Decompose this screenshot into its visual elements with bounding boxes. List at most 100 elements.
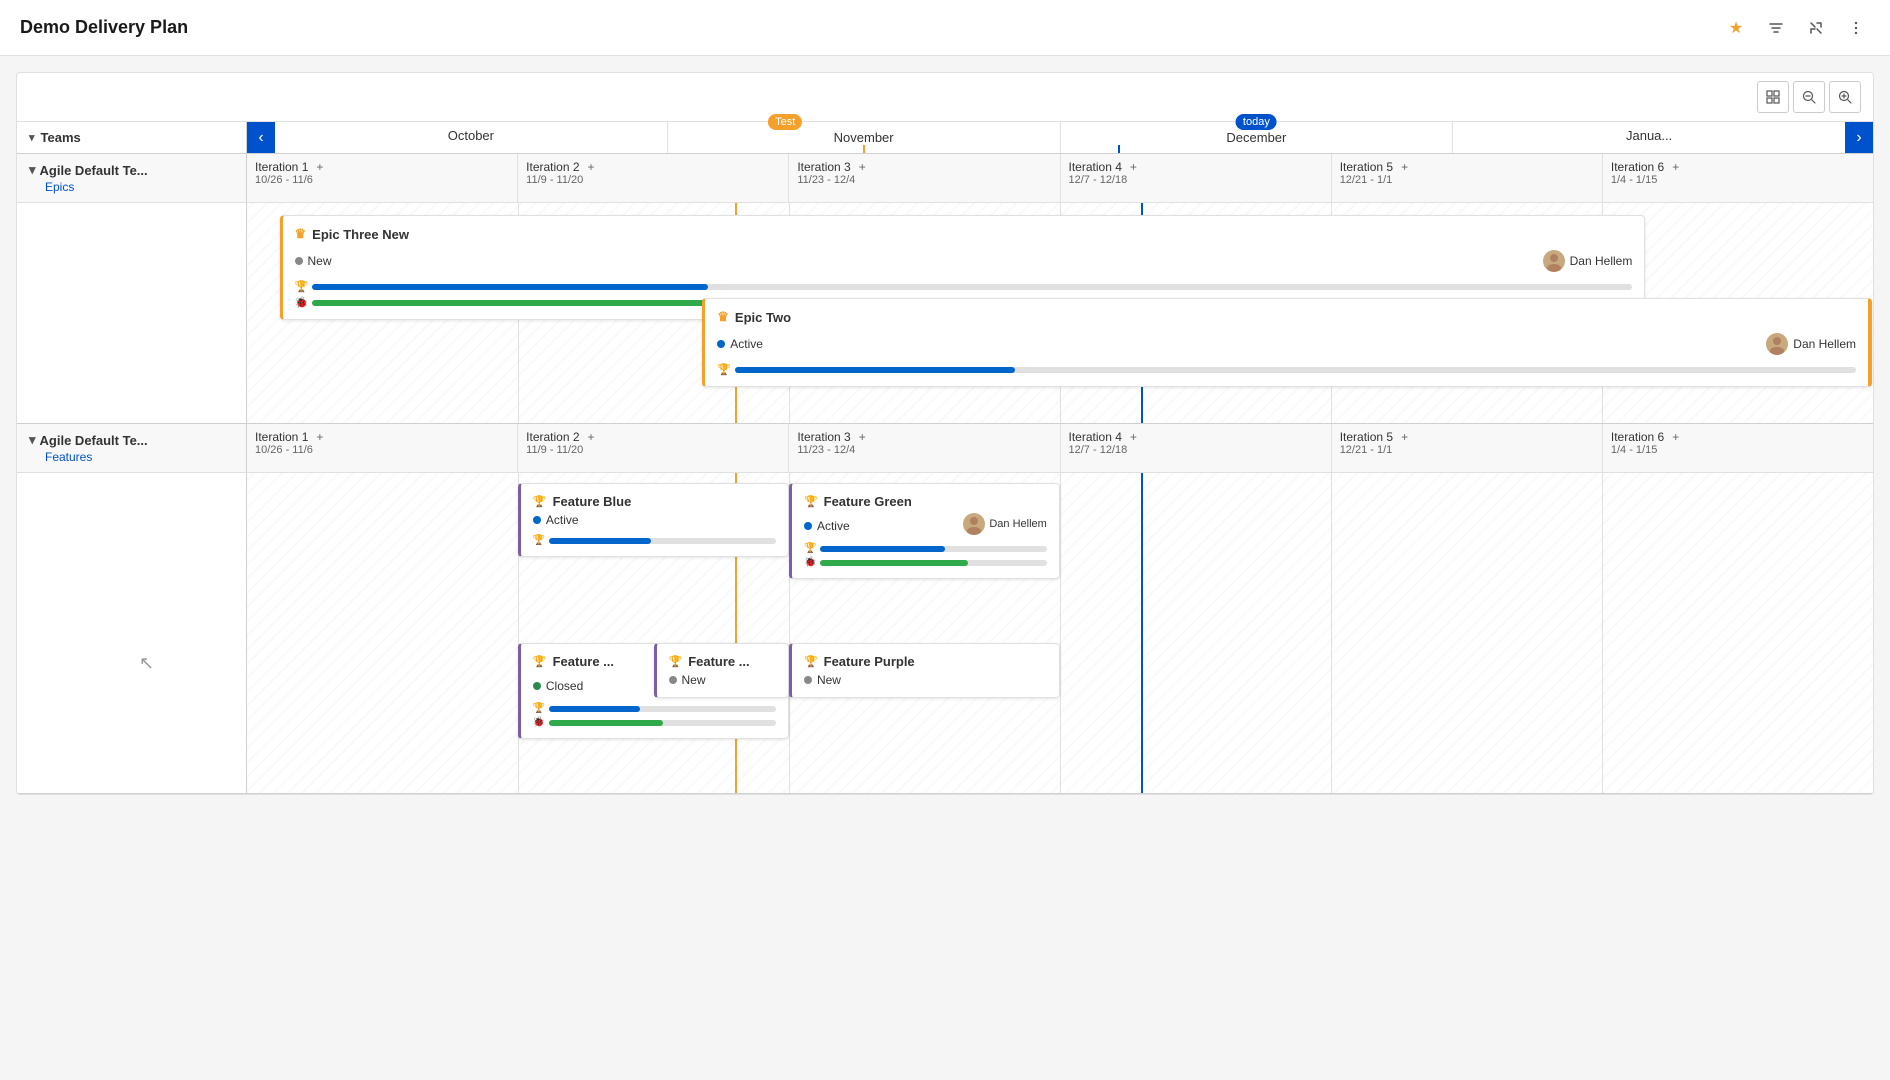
iter2-2: Iteration 2 + 11/9 - 11/20 xyxy=(518,424,789,472)
grid-view-button[interactable] xyxy=(1757,81,1789,113)
top-bar-actions: ★ xyxy=(1722,14,1870,42)
trophy-icon-fb2: 🏆 xyxy=(533,535,545,546)
epics-link[interactable]: Epics xyxy=(29,180,234,194)
month-december: today December xyxy=(1061,122,1454,153)
epic-two-title: ♛ Epic Two xyxy=(717,309,1856,325)
team1-chevron[interactable]: ▾ xyxy=(29,162,36,178)
section1-gantt: ♛ Epic Three New New Dan Hellem xyxy=(247,203,1873,423)
iter-add-1-6[interactable]: + xyxy=(1672,160,1679,174)
team2-name: ▾ Agile Default Te... xyxy=(29,432,234,448)
iter-add-2-6[interactable]: + xyxy=(1672,430,1679,444)
nav-next-button[interactable]: › xyxy=(1845,122,1873,153)
bug-icon-1: 🐞 xyxy=(295,296,309,309)
status-dot-fp xyxy=(804,676,812,684)
section2-body: ↖ 🏆 Feature Blue xyxy=(17,473,1873,793)
page-title: Demo Delivery Plan xyxy=(20,17,188,38)
section-epics: ▾ Agile Default Te... Epics Iteration 1 … xyxy=(17,154,1873,424)
today-line-2 xyxy=(1141,473,1143,793)
section2-gantt: 🏆 Feature Blue Active 🏆 xyxy=(247,473,1873,793)
trophy-icon-fn: 🏆 xyxy=(669,655,683,668)
plan-container: ▾ Teams ‹ October Test November today De… xyxy=(16,72,1874,795)
iter1-4: Iteration 4 + 12/7 - 12/18 xyxy=(1061,154,1332,202)
team2-chevron[interactable]: ▾ xyxy=(29,432,36,448)
iter-add-2-5[interactable]: + xyxy=(1401,430,1408,444)
iter-add-2-4[interactable]: + xyxy=(1130,430,1137,444)
collapse-icon[interactable] xyxy=(1802,14,1830,42)
month-january: Janua... xyxy=(1453,122,1845,153)
team1-name: ▾ Agile Default Te... xyxy=(29,162,234,178)
epic-two-progress: 🏆 xyxy=(717,363,1856,376)
progress-blue-fg xyxy=(820,546,945,552)
trophy-icon-1: 🏆 xyxy=(295,280,309,293)
feature-purple-title: 🏆 Feature Purple xyxy=(804,654,1047,669)
timeline-header: ▾ Teams ‹ October Test November today De… xyxy=(17,122,1873,154)
iter1-1: Iteration 1 + 10/26 - 11/6 xyxy=(247,154,518,202)
zoom-out-button[interactable] xyxy=(1793,81,1825,113)
trophy-icon-fc2: 🏆 xyxy=(533,703,545,714)
section1-left xyxy=(17,203,247,423)
feature-green-assignee: Dan Hellem xyxy=(963,513,1046,535)
iter-add-2-3[interactable]: + xyxy=(859,430,866,444)
status-dot-fn xyxy=(669,676,677,684)
avatar-dan3 xyxy=(963,513,985,535)
feature-purple-card[interactable]: 🏆 Feature Purple New xyxy=(789,643,1060,698)
status-dot-fg xyxy=(804,522,812,530)
iter1-2: Iteration 2 + 11/9 - 11/20 xyxy=(518,154,789,202)
iter-add-1-1[interactable]: + xyxy=(316,160,323,174)
feature-blue-status: Active xyxy=(533,513,776,527)
iter1-3: Iteration 3 + 11/23 - 12/4 xyxy=(789,154,1060,202)
iter-add-2-1[interactable]: + xyxy=(316,430,323,444)
iter2-5: Iteration 5 + 12/21 - 1/1 xyxy=(1332,424,1603,472)
feature-new-status: New xyxy=(669,673,776,687)
feature-green-status: Active xyxy=(804,519,850,533)
iter2-1: Iteration 1 + 10/26 - 11/6 xyxy=(247,424,518,472)
filter-icon[interactable] xyxy=(1762,14,1790,42)
trophy-icon-2: 🏆 xyxy=(717,363,731,376)
teams-label: Teams xyxy=(41,130,81,145)
feature-blue-card[interactable]: 🏆 Feature Blue Active 🏆 xyxy=(518,483,789,557)
month-november: Test November xyxy=(668,122,1061,153)
features-link[interactable]: Features xyxy=(29,450,234,464)
iter2-4: Iteration 4 + 12/7 - 12/18 xyxy=(1061,424,1332,472)
iter1-6: Iteration 6 + 1/4 - 1/15 xyxy=(1603,154,1873,202)
iter-add-1-3[interactable]: + xyxy=(859,160,866,174)
avatar-dan2 xyxy=(1766,333,1788,355)
vline2-4 xyxy=(1331,473,1332,793)
iteration-headers-2: Iteration 1 + 10/26 - 11/6 Iteration 2 +… xyxy=(247,424,1873,472)
zoom-in-button[interactable] xyxy=(1829,81,1861,113)
crown-icon-2: ♛ xyxy=(717,309,729,325)
teams-header: ▾ Teams xyxy=(17,122,247,153)
feature-new-card[interactable]: 🏆 Feature ... New xyxy=(654,643,789,698)
status-dot-new xyxy=(295,257,303,265)
vline2-3 xyxy=(1060,473,1061,793)
iter2-6: Iteration 6 + 1/4 - 1/15 xyxy=(1603,424,1873,472)
today-marker: today xyxy=(1236,114,1277,130)
iter-add-1-4[interactable]: + xyxy=(1130,160,1137,174)
teams-chevron[interactable]: ▾ xyxy=(29,131,35,144)
cursor-area: ↖ xyxy=(17,473,246,793)
section1-label: ▾ Agile Default Te... Epics xyxy=(17,154,247,202)
epic-three-assignee: Dan Hellem xyxy=(1543,250,1633,272)
progress-green-fc xyxy=(549,720,662,726)
iter-add-1-2[interactable]: + xyxy=(588,160,595,174)
vline2-5 xyxy=(1602,473,1603,793)
nav-prev-button[interactable]: ‹ xyxy=(247,122,275,153)
epic-two-card[interactable]: ♛ Epic Two Active Dan Hellem xyxy=(702,298,1872,387)
crown-icon-1: ♛ xyxy=(295,226,307,242)
feature-closed-progress: 🏆 🐞 xyxy=(533,703,776,728)
progress-bar-blue-2 xyxy=(735,367,1015,373)
bug-icon-fg: 🐞 xyxy=(804,557,816,568)
feature-closed-status: Closed xyxy=(533,679,583,693)
iter-add-2-2[interactable]: + xyxy=(588,430,595,444)
trophy-icon-fg2: 🏆 xyxy=(804,543,816,554)
status-dot-closed xyxy=(533,682,541,690)
iter-add-1-5[interactable]: + xyxy=(1401,160,1408,174)
more-icon[interactable] xyxy=(1842,14,1870,42)
progress-blue-fc xyxy=(549,706,640,712)
feature-purple-status: New xyxy=(804,673,1047,687)
star-icon[interactable]: ★ xyxy=(1722,14,1750,42)
trophy-icon-fc: 🏆 xyxy=(533,655,547,668)
feature-green-card[interactable]: 🏆 Feature Green Active Dan Hellem xyxy=(789,483,1060,579)
epic-two-status: Active xyxy=(717,337,763,351)
epic-two-assignee: Dan Hellem xyxy=(1766,333,1856,355)
